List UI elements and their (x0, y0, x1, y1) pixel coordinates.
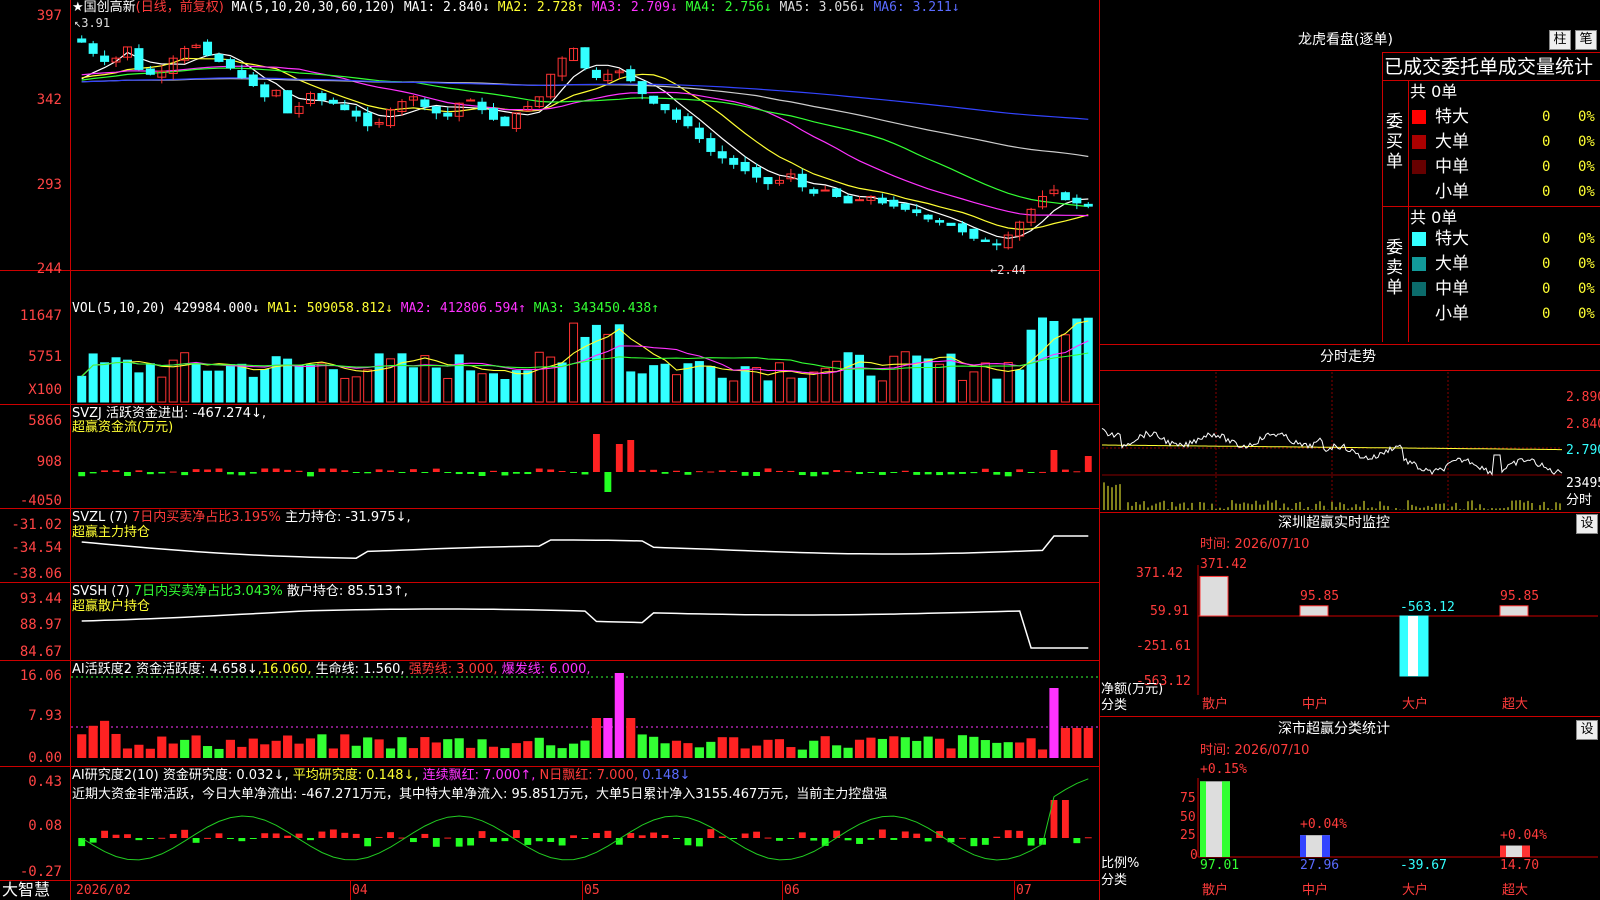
intraday-chart[interactable] (0, 0, 1600, 900)
sc-val-2: 27.96 (1300, 858, 1340, 873)
sz-val-4: 95.85 (1500, 589, 1540, 604)
sc-tick-4: 0 (1190, 848, 1198, 863)
sc-xlabel-1: 比例% (1101, 856, 1140, 871)
sz-settings-button[interactable]: 设 (1576, 514, 1598, 534)
sc-val-3: -39.67 (1400, 858, 1447, 873)
sz-title: 深圳超赢实时监控 (1278, 515, 1390, 531)
sz-bar (1199, 575, 1229, 617)
sz-cat-1: 散户 (1202, 697, 1229, 712)
sz-val-1: 371.42 (1200, 557, 1247, 572)
sc-tick-2: 50 (1180, 810, 1196, 825)
sc-bar-accent (1522, 845, 1530, 857)
sz-bar (1299, 605, 1329, 617)
sc-bar-accent (1500, 845, 1506, 857)
sz-cat-2: 中户 (1302, 697, 1329, 712)
sz-val-3: -563.12 (1400, 600, 1455, 615)
divider (1100, 716, 1600, 717)
sc-top-2: +0.04% (1300, 817, 1347, 832)
sc-cat-3: 大户 (1402, 883, 1429, 898)
sc-bar-accent (1200, 781, 1206, 857)
sz-bar-highlight (1408, 616, 1418, 676)
sc-title: 深市超赢分类统计 (1278, 721, 1390, 737)
sz-bar (1499, 605, 1529, 617)
sc-val-1: 97.01 (1200, 858, 1240, 873)
sc-bar-accent (1300, 835, 1306, 857)
sz-time: 时间: 2026/07/10 (1200, 537, 1310, 552)
sz-xlabel-2: 分类 (1101, 698, 1128, 713)
sz-tick-2: 59.91 (1150, 604, 1190, 619)
sc-top-1: +0.15% (1200, 762, 1247, 777)
fenshi-price-line (1101, 427, 1563, 477)
sz-xlabel-1: 净额(万元) (1101, 682, 1164, 697)
divider (1100, 512, 1600, 513)
sc-bar-accent (1322, 835, 1330, 857)
sc-bar-accent (1222, 781, 1230, 857)
sz-tick-1: 371.42 (1136, 566, 1183, 581)
sz-cat-4: 超大 (1502, 697, 1529, 712)
sc-cat-4: 超大 (1502, 883, 1529, 898)
sc-top-3: +0.04% (1500, 828, 1547, 843)
sc-cat-2: 中户 (1302, 883, 1329, 898)
sz-val-2: 95.85 (1300, 589, 1340, 604)
sc-tick-3: 25 (1180, 828, 1196, 843)
sz-tick-3: -251.61 (1136, 639, 1191, 654)
sc-xlabel-2: 分类 (1101, 873, 1128, 888)
sc-time: 时间: 2026/07/10 (1200, 743, 1310, 758)
sc-tick-1: 75 (1180, 791, 1196, 806)
sc-cat-1: 散户 (1202, 883, 1229, 898)
sc-val-4: 14.70 (1500, 858, 1540, 873)
sz-cat-3: 大户 (1402, 697, 1429, 712)
sc-settings-button[interactable]: 设 (1576, 720, 1598, 740)
